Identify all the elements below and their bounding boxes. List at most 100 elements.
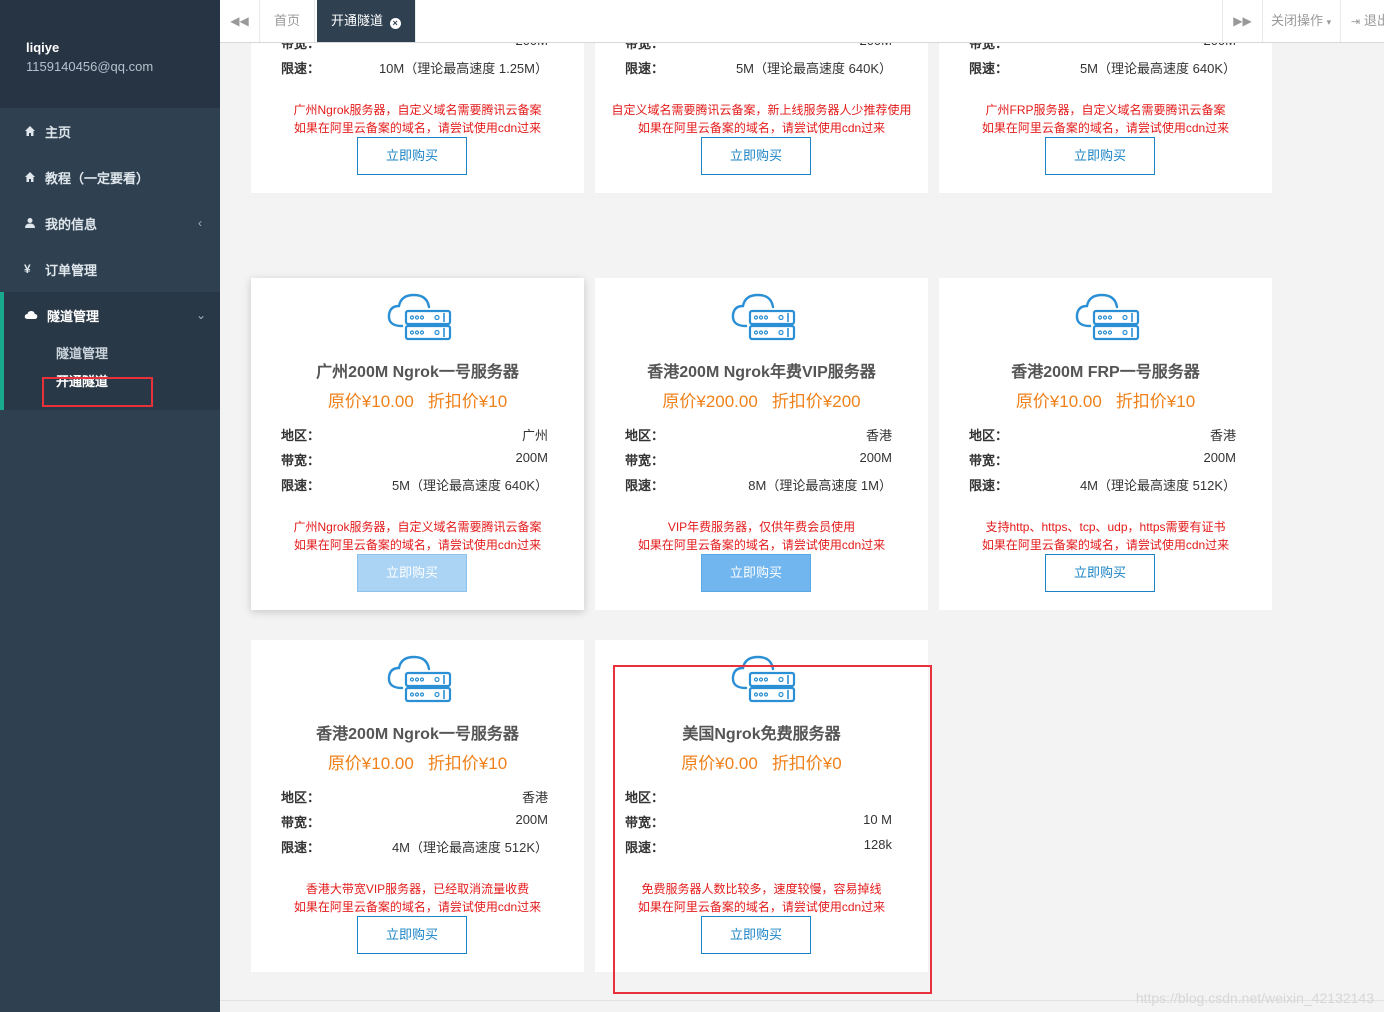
tab-bar: ◀◀ 首页 开通隧道 × ▶▶ 关闭操作 ▾ ⇥ 退出: [220, 0, 1384, 43]
nav-myinfo[interactable]: 我的信息 ‹: [0, 200, 220, 246]
card-notice-1: 广州Ngrok服务器，自定义域名需要腾讯云备案: [293, 103, 542, 117]
info-row-region: 地区： 香港: [625, 425, 892, 445]
sidebar: liqiye 1159140456@qq.com 主页 教程（一定要看） 我的信…: [0, 0, 220, 1012]
limit-label: 限速：: [625, 61, 665, 76]
bandwidth-label: 带宽：: [969, 43, 1009, 51]
server-card: 香港200M Ngrok年费VIP服务器 原价¥200.00 折扣价¥200 地区： 香…: [595, 278, 928, 610]
highlight-box-card: [613, 665, 932, 994]
limit-value: 4M（理论最高速度 512K）: [391, 840, 548, 855]
nav-home[interactable]: 主页: [0, 108, 220, 154]
server-card: 地区：广州带宽：200M限速：10M（理论最高速度 1.25M）广州Ngrok服…: [251, 43, 584, 193]
logout-button[interactable]: ⇥ 退出: [1340, 0, 1384, 42]
tab-open-tunnel[interactable]: 开通隧道 ×: [317, 0, 416, 42]
card-notice-1: VIP年费服务器，仅供年费会员使用: [667, 520, 856, 534]
info-row-limit: 限速： 4M（理论最高速度 512K）: [969, 475, 1236, 495]
bandwidth-label: 带宽：: [281, 815, 321, 830]
original-price: 原价¥10.00: [327, 754, 414, 773]
user-profile: liqiye 1159140456@qq.com: [0, 0, 220, 108]
region-label: 地区：: [969, 428, 1009, 443]
bandwidth-label: 带宽：: [625, 43, 665, 51]
info-row-limit: 限速： 10M（理论最高速度 1.25M）: [281, 58, 548, 78]
limit-label: 限速：: [969, 478, 1009, 493]
cloud-server-icon: [384, 654, 454, 706]
region-label: 地区：: [281, 790, 321, 805]
home-icon: [24, 171, 36, 183]
limit-label: 限速：: [281, 61, 321, 76]
nav-tutorial-label: 教程（一定要看）: [45, 170, 150, 186]
bandwidth-value: 200M: [515, 43, 548, 48]
buy-now-button[interactable]: 立即购买: [1045, 137, 1155, 175]
home-icon: [24, 125, 36, 137]
card-notice-2: 如果在阿里云备案的域名，请尝试使用cdn过来: [293, 121, 542, 135]
limit-value: 5M（理论最高速度 640K）: [735, 61, 892, 76]
limit-value: 4M（理论最高速度 512K）: [1079, 478, 1236, 493]
server-card: 广州200M Ngrok一号服务器 原价¥10.00 折扣价¥10 地区： 广州 带宽： 2…: [251, 278, 584, 610]
tab-scroll-right-button[interactable]: ▶▶: [1222, 0, 1262, 42]
card-notice-2: 如果在阿里云备案的域名，请尝试使用cdn过来: [293, 538, 542, 552]
nav-sub-tunnel-manage[interactable]: 隧道管理: [4, 338, 220, 370]
info-row-bandwidth: 带宽： 200M: [281, 43, 548, 53]
buy-now-button[interactable]: 立即购买: [357, 916, 467, 954]
info-row-limit: 限速： 8M（理论最高速度 1M）: [625, 475, 892, 495]
user-icon: [24, 217, 36, 229]
bandwidth-value: 200M: [1203, 43, 1236, 48]
tab-open-tunnel-label: 开通隧道: [331, 13, 384, 28]
user-name[interactable]: liqiye: [26, 40, 220, 56]
bandwidth-value: 200M: [859, 450, 892, 465]
double-chevron-right-icon: ▶▶: [1233, 14, 1252, 28]
info-row-bandwidth: 带宽： 200M: [625, 43, 892, 53]
bandwidth-label: 带宽：: [969, 453, 1009, 468]
info-row-region: 地区： 广州: [281, 425, 548, 445]
card-price: 原价¥10.00 折扣价¥10: [939, 387, 1272, 412]
buy-now-button[interactable]: 立即购买: [701, 554, 811, 592]
cloud-server-icon: [1072, 292, 1142, 344]
info-row-region: 地区： 香港: [281, 787, 548, 807]
region-label: 地区：: [281, 428, 321, 443]
nav-orders-label: 订单管理: [45, 262, 98, 278]
discount-price: 折扣价¥10: [427, 392, 508, 411]
nav-tunnels[interactable]: 隧道管理 ⌄: [4, 292, 220, 338]
double-chevron-left-icon: ◀◀: [230, 14, 249, 28]
bandwidth-value: 200M: [515, 812, 548, 827]
card-price: 原价¥200.00 折扣价¥200: [595, 387, 928, 412]
info-row-bandwidth: 带宽： 200M: [969, 43, 1236, 53]
server-card: 香港200M FRP一号服务器 原价¥10.00 折扣价¥10 地区： 香港 带宽： 200…: [939, 278, 1272, 610]
card-title: 广州200M Ngrok一号服务器: [316, 364, 519, 381]
close-operations-dropdown[interactable]: 关闭操作 ▾: [1262, 0, 1340, 42]
limit-label: 限速：: [969, 61, 1009, 76]
caret-down-icon: ▾: [1326, 17, 1332, 27]
buy-now-button[interactable]: 立即购买: [1045, 554, 1155, 592]
nav-tutorial[interactable]: 教程（一定要看）: [0, 154, 220, 200]
bandwidth-value: 200M: [515, 450, 548, 465]
buy-now-button[interactable]: 立即购买: [357, 554, 467, 592]
card-notice-2: 如果在阿里云备案的域名，请尝试使用cdn过来: [293, 900, 542, 914]
tab-home[interactable]: 首页: [260, 0, 316, 42]
nav-tunnels-label: 隧道管理: [47, 308, 100, 324]
limit-label: 限速：: [625, 478, 665, 493]
main-content: 地区：广州带宽：200M限速：10M（理论最高速度 1.25M）广州Ngrok服…: [220, 43, 1384, 1012]
info-row-bandwidth: 带宽： 200M: [281, 450, 548, 470]
watermark: https://blog.csdn.net/weixin_42132143: [1135, 990, 1374, 1006]
card-notice-2: 如果在阿里云备案的域名，请尝试使用cdn过来: [637, 538, 886, 552]
close-icon[interactable]: ×: [389, 18, 401, 29]
bandwidth-label: 带宽：: [281, 43, 321, 51]
limit-label: 限速：: [281, 840, 321, 855]
limit-value: 8M（理论最高速度 1M）: [748, 478, 892, 493]
tab-home-label: 首页: [274, 13, 301, 28]
buy-now-button[interactable]: 立即购买: [701, 137, 811, 175]
limit-value: 10M（理论最高速度 1.25M）: [378, 61, 548, 76]
card-price: 原价¥10.00 折扣价¥10: [251, 749, 584, 774]
chevron-down-icon: ⌄: [195, 308, 206, 322]
limit-value: 5M（理论最高速度 640K）: [1079, 61, 1236, 76]
close-ops-label: 关闭操作: [1271, 13, 1324, 28]
region-value: 香港: [521, 790, 548, 805]
nav-orders[interactable]: ¥ 订单管理: [0, 246, 220, 292]
tab-scroll-left-button[interactable]: ◀◀: [220, 0, 260, 42]
info-row-region: 地区： 香港: [969, 425, 1236, 445]
card-notice-1: 广州Ngrok服务器，自定义域名需要腾讯云备案: [293, 520, 542, 534]
card-notice-2: 如果在阿里云备案的域名，请尝试使用cdn过来: [981, 538, 1230, 552]
yen-icon: ¥: [24, 262, 31, 276]
card-notice-2: 如果在阿里云备案的域名，请尝试使用cdn过来: [981, 121, 1230, 135]
buy-now-button[interactable]: 立即购买: [357, 137, 467, 175]
card-notice-1: 香港大带宽VIP服务器，已经取消流量收费: [305, 882, 530, 896]
